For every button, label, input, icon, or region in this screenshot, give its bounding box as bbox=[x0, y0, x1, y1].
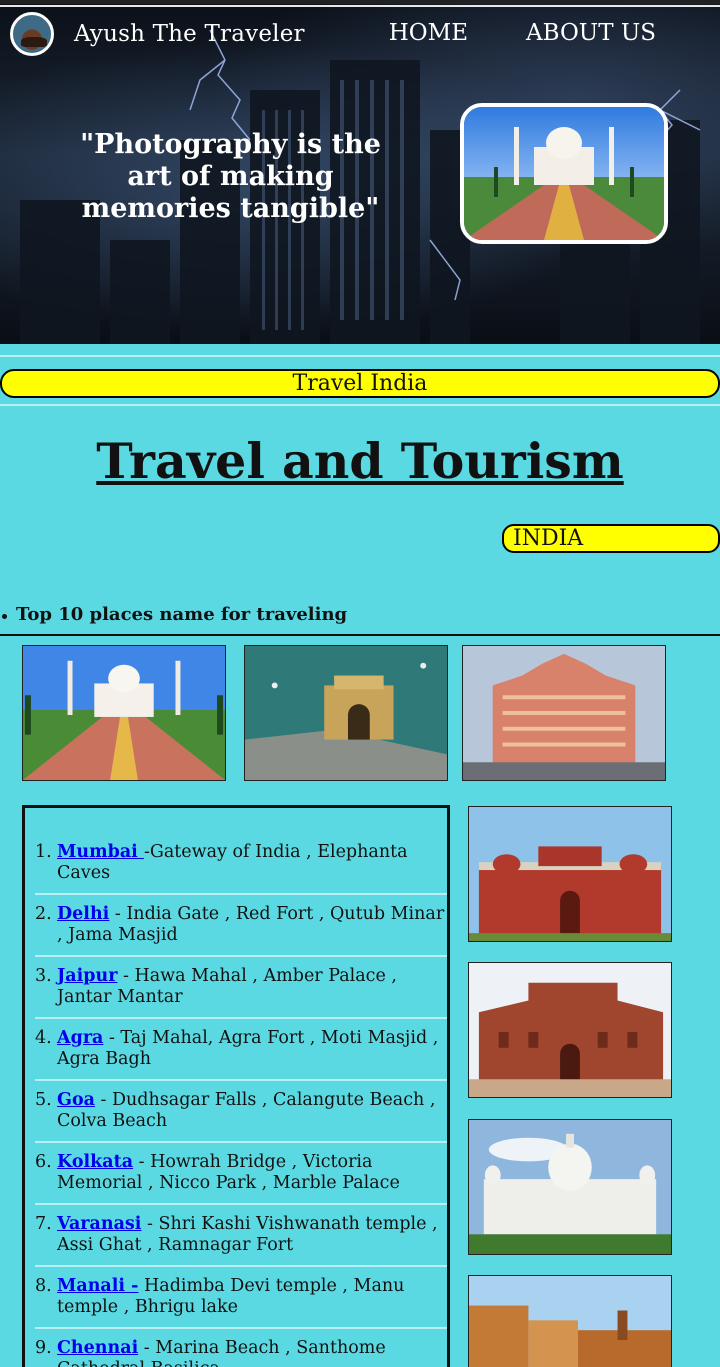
photo-goa-basilica bbox=[468, 962, 672, 1098]
place-link-jaipur[interactable]: Jaipur bbox=[57, 966, 117, 986]
divider bbox=[0, 404, 720, 406]
place-link-goa[interactable]: Goa bbox=[57, 1090, 95, 1110]
brand[interactable]: Ayush The Traveler bbox=[10, 12, 305, 56]
hero-quote: "Photography is the art of making memori… bbox=[80, 129, 381, 224]
section-divider bbox=[0, 634, 720, 636]
photo-hawa-mahal bbox=[462, 645, 666, 781]
country-badge: INDIA bbox=[502, 524, 720, 553]
nav-about-link[interactable]: ABOUT US bbox=[526, 20, 656, 46]
place-link-manali[interactable]: Manali - bbox=[57, 1276, 138, 1296]
place-link-delhi[interactable]: Delhi bbox=[57, 904, 109, 924]
list-item: 2. Delhi - India Gate , Red Fort , Qutub … bbox=[35, 904, 447, 957]
list-item: 8. Manali - Hadimba Devi temple , Manu te… bbox=[35, 1276, 447, 1329]
place-link-kolkata[interactable]: Kolkata bbox=[57, 1152, 133, 1172]
photo-red-fort bbox=[468, 806, 672, 942]
avatar bbox=[10, 12, 54, 56]
section-heading: Top 10 places name for traveling bbox=[0, 604, 347, 625]
list-item: 4. Agra - Taj Mahal, Agra Fort , Moti Mas… bbox=[35, 1028, 447, 1081]
divider bbox=[0, 355, 720, 357]
place-description: - India Gate , Red Fort , Qutub Minar , … bbox=[57, 904, 445, 945]
place-link-varanasi[interactable]: Varanasi bbox=[57, 1214, 141, 1234]
list-item: 3. Jaipur - Hawa Mahal , Amber Palace , J… bbox=[35, 966, 447, 1019]
list-item: 7. Varanasi - Shri Kashi Vishwanath templ… bbox=[35, 1214, 447, 1267]
places-list-box: 1. Mumbai -Gateway of India , Elephanta C… bbox=[22, 805, 450, 1367]
places-list: 1. Mumbai -Gateway of India , Elephanta C… bbox=[25, 808, 447, 1367]
list-item: 5. Goa - Dudhsagar Falls , Calangute Beac… bbox=[35, 1090, 447, 1143]
hero-taj-mahal-photo bbox=[460, 103, 668, 244]
place-link-mumbai[interactable]: Mumbai bbox=[57, 842, 144, 862]
place-link-agra[interactable]: Agra bbox=[57, 1028, 103, 1048]
hero-header: Ayush The Traveler HOME ABOUT US "Photog… bbox=[0, 0, 720, 344]
nav-home-link[interactable]: HOME bbox=[389, 20, 468, 46]
list-item: 6. Kolkata - Howrah Bridge , Victoria Mem… bbox=[35, 1152, 447, 1205]
photo-taj-mahal bbox=[22, 645, 226, 781]
place-description: - Taj Mahal, Agra Fort , Moti Masjid , A… bbox=[57, 1028, 439, 1069]
list-item: 9.Chennai - Marina Beach , Santhome Cath… bbox=[35, 1338, 447, 1367]
main-nav: HOME ABOUT US bbox=[389, 20, 656, 46]
photo-victoria-memorial bbox=[468, 1119, 672, 1255]
photo-varanasi-ghats bbox=[468, 1275, 672, 1367]
list-item: 1. Mumbai -Gateway of India , Elephanta C… bbox=[35, 842, 447, 895]
page-title: Travel and Tourism bbox=[96, 432, 624, 490]
travel-india-banner: Travel India bbox=[0, 369, 720, 398]
place-link-chennai[interactable]: Chennai bbox=[57, 1338, 138, 1358]
brand-name: Ayush The Traveler bbox=[74, 21, 305, 47]
photo-gateway-of-india bbox=[244, 645, 448, 781]
place-description: - Dudhsagar Falls , Calangute Beach , Co… bbox=[57, 1090, 436, 1131]
